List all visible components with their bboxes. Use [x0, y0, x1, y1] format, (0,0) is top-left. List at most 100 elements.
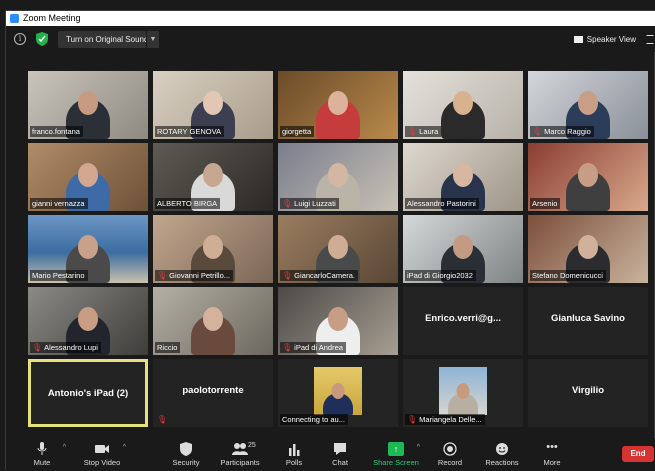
participant-name: Giovanni Petrillo...	[169, 271, 231, 280]
meeting-top-bar: i Turn on Original Sound ▼ Speaker View	[6, 26, 655, 52]
smiley-reaction-icon	[496, 443, 508, 455]
participant-tile[interactable]: paolotorrente 🎙	[153, 359, 273, 427]
chat-bubble-icon	[334, 443, 346, 455]
participant-tile[interactable]: ROTARY GENOVA	[153, 71, 273, 139]
participant-tile[interactable]: 🎙 Mariangela Delle...	[403, 359, 523, 427]
participant-name-label: Stefano Domenicucci	[530, 270, 606, 281]
participant-name: ALBERTO BIRGA	[157, 199, 218, 208]
more-button[interactable]: ••• More	[522, 438, 582, 471]
participant-name: gianni vernazza	[32, 199, 85, 208]
participant-name-label: 🎙 Luigi Luzzati	[280, 198, 339, 209]
security-button[interactable]: Security	[156, 438, 216, 471]
participant-name: Alessandro Lupi	[44, 343, 98, 352]
mute-label: Mute	[33, 458, 51, 467]
participant-tile[interactable]: 🎙 Laura	[403, 71, 523, 139]
participant-name: Riccio	[157, 343, 178, 352]
chat-button[interactable]: Chat	[310, 438, 370, 471]
record-button[interactable]: Record	[420, 438, 480, 471]
zoom-app-icon	[10, 14, 19, 23]
participant-name: Marco Raggio	[544, 127, 591, 136]
shield-icon[interactable]	[36, 32, 48, 46]
muted-microphone-icon: 🎙	[532, 127, 543, 136]
original-sound-button[interactable]: Turn on Original Sound	[58, 31, 157, 48]
muted-microphone-icon: 🎙	[282, 271, 293, 280]
view-grid-icon	[573, 36, 583, 43]
stop-video-button[interactable]: ^ Stop Video	[72, 438, 132, 471]
muted-microphone-icon: 🎙	[32, 343, 43, 352]
participant-tile[interactable]: Stefano Domenicucci	[528, 215, 648, 283]
participant-tile[interactable]: 🎙 GiancarloCamera.	[278, 215, 398, 283]
share-screen-label: Share Screen	[373, 458, 419, 467]
participant-name-label: ROTARY GENOVA	[155, 126, 225, 137]
participant-name: Mario Pestarino	[32, 271, 85, 280]
participant-name-label: Arsenio	[530, 198, 561, 209]
mute-button[interactable]: ^ Mute	[12, 438, 72, 471]
participant-name: Mariangela Delle...	[419, 415, 482, 424]
participants-button[interactable]: 25 Participants	[210, 438, 270, 471]
participant-name-label: ALBERTO BIRGA	[155, 198, 221, 209]
participant-tile[interactable]: giorgetta	[278, 71, 398, 139]
end-meeting-button[interactable]: End	[622, 446, 654, 462]
participant-name-label: iPad di Giorgio2032	[405, 270, 476, 281]
participant-tile[interactable]: iPad di Giorgio2032	[403, 215, 523, 283]
speaker-view-label: Speaker View	[586, 35, 636, 44]
video-options-caret[interactable]: ^	[123, 444, 126, 451]
muted-microphone-icon: 🎙	[282, 343, 293, 352]
participant-tile[interactable]: Riccio	[153, 287, 273, 355]
title-bar: Zoom Meeting	[6, 11, 655, 26]
participant-name-label: Riccio	[155, 342, 181, 353]
participant-tile[interactable]: Connecting to au...	[278, 359, 398, 427]
participant-tile[interactable]: gianni vernazza	[28, 143, 148, 211]
participant-name-label: Connecting to au...	[280, 414, 348, 425]
participant-display-name: Gianluca Savino	[551, 313, 625, 324]
participant-tile[interactable]: Alessandro Pastorini	[403, 143, 523, 211]
participant-tile[interactable]: franco.fontana	[28, 71, 148, 139]
participant-tile[interactable]: ALBERTO BIRGA	[153, 143, 273, 211]
participant-tile[interactable]: Arsenio	[528, 143, 648, 211]
participant-tile[interactable]: Antonio's iPad (2)	[28, 359, 148, 427]
chevron-down-icon[interactable]: ▼	[146, 31, 159, 48]
window-title: Zoom Meeting	[23, 13, 81, 23]
participant-name-label: Alessandro Pastorini	[405, 198, 479, 209]
muted-microphone-icon: 🎙	[282, 199, 293, 208]
mute-options-caret[interactable]: ^	[63, 444, 66, 451]
muted-microphone-icon: 🎙	[157, 415, 168, 424]
participant-name: iPad di Giorgio2032	[407, 271, 473, 280]
participant-tile[interactable]: Gianluca Savino	[528, 287, 648, 355]
participant-tile[interactable]: Enrico.verri@g...	[403, 287, 523, 355]
muted-microphone-icon: 🎙	[407, 415, 418, 424]
participant-name: Arsenio	[532, 199, 558, 208]
participant-tile[interactable]: Mario Pestarino	[28, 215, 148, 283]
chat-label: Chat	[332, 458, 348, 467]
participant-name: giorgetta	[282, 127, 312, 136]
participant-tile[interactable]: Virgilio	[528, 359, 648, 427]
participant-name: iPad di Andrea	[294, 343, 343, 352]
microphone-icon	[37, 442, 47, 455]
participant-name: franco.fontana	[32, 127, 80, 136]
speaker-view-button[interactable]: Speaker View	[572, 31, 640, 48]
participant-mute-indicator: 🎙	[155, 414, 172, 425]
participant-name-label: Mario Pestarino	[30, 270, 88, 281]
profile-picture	[314, 367, 362, 415]
participant-name-label: gianni vernazza	[30, 198, 88, 209]
participant-tile[interactable]: 🎙 Luigi Luzzati	[278, 143, 398, 211]
muted-microphone-icon: 🎙	[407, 127, 418, 136]
more-dots-icon: •••	[546, 441, 558, 453]
participant-name: Stefano Domenicucci	[532, 271, 603, 280]
participant-name-label: 🎙 GiancarloCamera.	[280, 270, 359, 281]
participant-tile[interactable]: 🎙 Alessandro Lupi	[28, 287, 148, 355]
participant-tile[interactable]: 🎙 Marco Raggio	[528, 71, 648, 139]
security-label: Security	[172, 458, 200, 467]
participant-display-name: Enrico.verri@g...	[425, 313, 501, 324]
zoom-window: Zoom Meeting i Turn on Original Sound ▼ …	[5, 10, 655, 471]
share-screen-button[interactable]: ↑ ^ Share Screen	[366, 438, 426, 471]
participant-name: GiancarloCamera.	[294, 271, 356, 280]
participants-icon	[232, 443, 248, 455]
info-icon[interactable]: i	[14, 33, 26, 45]
participant-name-label: franco.fontana	[30, 126, 83, 137]
more-label: More	[543, 458, 561, 467]
meeting-toolbar: ^ Mute ^ Stop Video Security 25 Particip…	[6, 438, 655, 471]
participant-tile[interactable]: 🎙 Giovanni Petrillo...	[153, 215, 273, 283]
participant-tile[interactable]: 🎙 iPad di Andrea	[278, 287, 398, 355]
fullscreen-icon[interactable]	[646, 35, 654, 44]
